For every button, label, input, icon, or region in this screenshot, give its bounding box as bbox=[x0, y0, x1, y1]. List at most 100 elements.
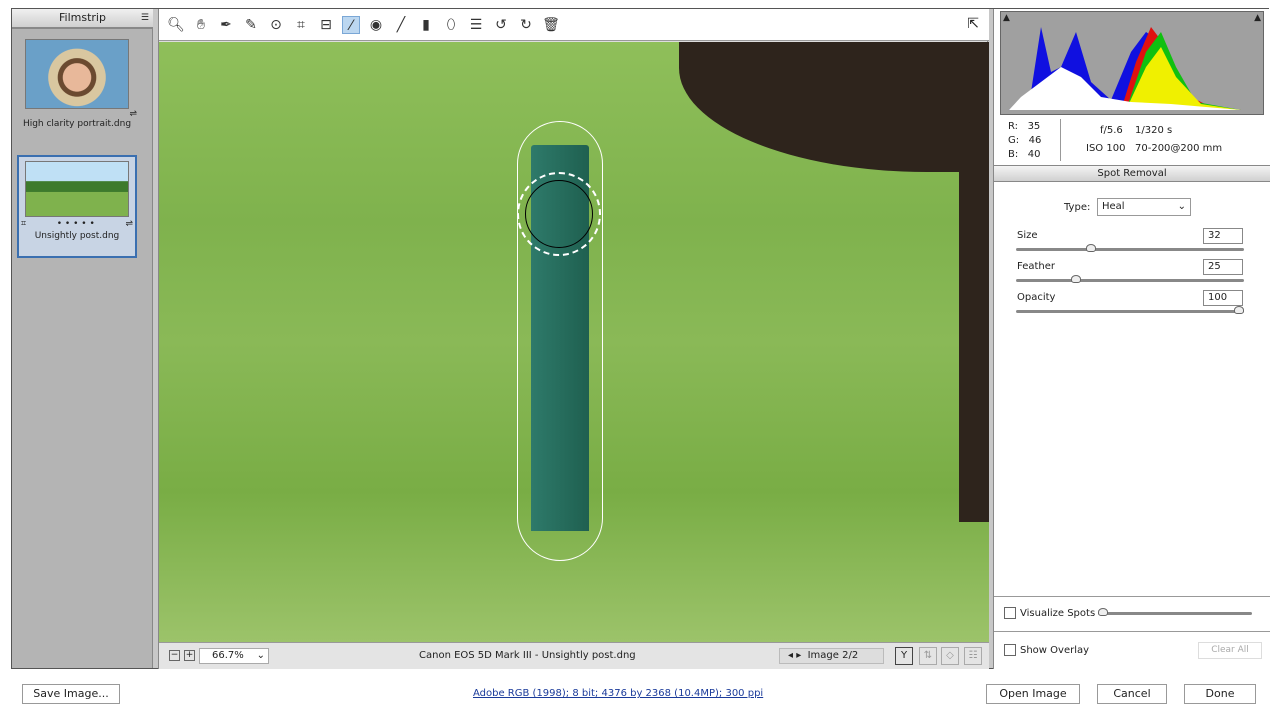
adjusted-badge-icon: ⇌ bbox=[125, 219, 133, 229]
targeted-adjustment-icon[interactable]: ⊙ bbox=[267, 16, 285, 34]
histogram-graph bbox=[1009, 27, 1241, 110]
opacity-label: Opacity bbox=[1017, 292, 1056, 303]
shutter-speed: 1/320 s bbox=[1135, 125, 1173, 136]
crop-badge-icon: ⌗ bbox=[21, 219, 27, 229]
slider-thumb[interactable] bbox=[1098, 608, 1108, 616]
spot-removal-icon[interactable]: ⁄ bbox=[342, 15, 360, 34]
status-bar: − + 66.7% ⌄ Canon EOS 5D Mark III - Unsig… bbox=[159, 642, 989, 669]
color-sampler-icon[interactable]: ✎ bbox=[242, 16, 260, 34]
b-value: 40 bbox=[1027, 149, 1041, 160]
size-slider[interactable] bbox=[1016, 244, 1244, 252]
right-panel: ▲ ▲ R: 35 G: 46 B: 40 f/5.6 1/320 s ISO … bbox=[993, 9, 1270, 669]
feather-label: Feather bbox=[1017, 261, 1056, 272]
rating[interactable]: • • • • • bbox=[57, 219, 95, 229]
checkbox[interactable] bbox=[1004, 607, 1016, 619]
zoom-level-select[interactable]: 66.7% ⌄ bbox=[199, 648, 269, 664]
presets-icon[interactable]: ☰ bbox=[467, 16, 485, 34]
preview-preferences-icon[interactable]: ☷ bbox=[964, 647, 982, 665]
filmstrip-title: Filmstrip bbox=[59, 11, 106, 24]
image-navigator: ◂ ▸ Image 2/2 bbox=[779, 648, 884, 664]
thumbnail bbox=[25, 39, 129, 109]
red-eye-icon[interactable]: ◉ bbox=[367, 16, 385, 34]
visualize-threshold-slider[interactable] bbox=[1098, 608, 1252, 616]
shadow-clipping-icon[interactable]: ▲ bbox=[1003, 13, 1010, 23]
size-input[interactable]: 32 bbox=[1203, 228, 1243, 244]
radial-filter-icon[interactable]: ⬯ bbox=[442, 16, 460, 34]
straighten-icon[interactable]: ⊟ bbox=[317, 16, 335, 34]
visualize-spots-checkbox[interactable]: Visualize Spots bbox=[1004, 607, 1095, 619]
r-label: R: bbox=[1008, 121, 1019, 132]
highlight-clipping-icon[interactable]: ▲ bbox=[1254, 13, 1261, 23]
hand-icon[interactable]: ✋︎ bbox=[192, 16, 210, 34]
show-overlay-label: Show Overlay bbox=[1020, 645, 1090, 656]
image-counter: Image 2/2 bbox=[807, 650, 859, 661]
divider bbox=[994, 631, 1270, 632]
chevron-down-icon: ⌄ bbox=[1177, 201, 1186, 212]
rotate-right-icon[interactable]: ↻ bbox=[517, 16, 535, 34]
file-info: Canon EOS 5D Mark III - Unsightly post.d… bbox=[419, 650, 636, 661]
filmstrip-panel: Filmstrip ☰ ⇌ High clarity portrait.dng ⌗… bbox=[12, 9, 153, 668]
rgb-readout: R: 35 G: 46 B: 40 bbox=[1008, 120, 1041, 162]
image-preview[interactable] bbox=[159, 42, 989, 642]
show-overlay-checkbox[interactable]: Show Overlay bbox=[1004, 644, 1089, 656]
cancel-button[interactable]: Cancel bbox=[1097, 684, 1167, 704]
workflow-options-link[interactable]: Adobe RGB (1998); 8 bit; 4376 by 2368 (1… bbox=[473, 688, 763, 699]
checkbox[interactable] bbox=[1004, 644, 1016, 656]
before-after-toggle-icon[interactable]: Y bbox=[895, 647, 913, 665]
next-image-button[interactable]: ▸ bbox=[796, 650, 801, 661]
r-value: 35 bbox=[1027, 121, 1041, 132]
white-balance-icon[interactable]: ✒ bbox=[217, 16, 235, 34]
g-label: G: bbox=[1008, 135, 1020, 146]
swap-settings-icon[interactable]: ⇅ bbox=[919, 647, 937, 665]
filmstrip-menu-icon[interactable]: ☰ bbox=[141, 9, 149, 27]
type-label: Type: bbox=[1064, 202, 1091, 213]
crop-icon[interactable]: ⌗ bbox=[292, 16, 310, 34]
aperture: f/5.6 bbox=[1100, 125, 1123, 136]
adjustment-brush-icon[interactable]: ╱ bbox=[392, 16, 410, 34]
iso: ISO 100 bbox=[1086, 143, 1126, 154]
done-button[interactable]: Done bbox=[1184, 684, 1256, 704]
feather-input[interactable]: 25 bbox=[1203, 259, 1243, 275]
zoom-level: 66.7% bbox=[212, 650, 244, 661]
elk-leg bbox=[959, 142, 989, 522]
size-label: Size bbox=[1017, 230, 1038, 241]
thumbnail-label: Unsightly post.dng bbox=[34, 231, 120, 241]
elk-body bbox=[679, 42, 989, 172]
clear-all-button[interactable]: Clear All bbox=[1198, 642, 1262, 659]
slider-thumb[interactable] bbox=[1085, 244, 1096, 252]
slider-thumb[interactable] bbox=[1070, 275, 1081, 283]
thumbnail-label: High clarity portrait.dng bbox=[22, 119, 132, 129]
prev-image-button[interactable]: ◂ bbox=[788, 650, 793, 661]
panel-title: Spot Removal bbox=[994, 165, 1270, 182]
copy-settings-icon[interactable]: ◇ bbox=[941, 647, 959, 665]
rotate-left-icon[interactable]: ↺ bbox=[492, 16, 510, 34]
g-value: 46 bbox=[1028, 135, 1042, 146]
trash-icon[interactable]: 🗑︎ bbox=[542, 16, 560, 34]
divider bbox=[1060, 119, 1061, 161]
zoom-icon[interactable]: 🔍︎ bbox=[167, 16, 185, 34]
filmstrip-item[interactable]: ⇌ High clarity portrait.dng bbox=[17, 39, 137, 129]
filmstrip-item-selected[interactable]: ⌗ • • • • • ⇌ Unsightly post.dng bbox=[17, 155, 137, 258]
histogram: ▲ ▲ bbox=[1000, 11, 1264, 115]
open-image-button[interactable]: Open Image bbox=[986, 684, 1080, 704]
thumbnail bbox=[25, 161, 129, 217]
type-value: Heal bbox=[1102, 201, 1125, 212]
b-label: B: bbox=[1008, 149, 1019, 160]
visualize-spots-label: Visualize Spots bbox=[1020, 608, 1096, 619]
type-select[interactable]: Heal ⌄ bbox=[1097, 198, 1191, 216]
graduated-filter-icon[interactable]: ▮ bbox=[417, 16, 435, 34]
zoom-out-button[interactable]: − bbox=[169, 650, 180, 661]
opacity-slider[interactable] bbox=[1016, 306, 1244, 314]
zoom-in-button[interactable]: + bbox=[184, 650, 195, 661]
fullscreen-icon[interactable]: ⇱ bbox=[967, 16, 979, 32]
lens: 70-200@200 mm bbox=[1135, 143, 1223, 154]
slider-thumb[interactable] bbox=[1234, 306, 1244, 314]
chevron-down-icon: ⌄ bbox=[256, 650, 265, 661]
save-image-button[interactable]: Save Image... bbox=[22, 684, 120, 704]
opacity-input[interactable]: 100 bbox=[1203, 290, 1243, 306]
image-area: 🔍︎ ✋︎ ✒ ✎ ⊙ ⌗ ⊟ ⁄ ◉ ╱ ▮ ⬯ ☰ ↺ ↻ 🗑︎ ⇱ − + 66.7% ⌄ Canon E… bbox=[158, 9, 989, 669]
divider bbox=[994, 596, 1270, 597]
toolbar: 🔍︎ ✋︎ ✒ ✎ ⊙ ⌗ ⊟ ⁄ ◉ ╱ ▮ ⬯ ☰ ↺ ↻ 🗑︎ bbox=[159, 9, 989, 41]
filmstrip-header: Filmstrip ☰ bbox=[12, 9, 153, 29]
feather-slider[interactable] bbox=[1016, 275, 1244, 283]
